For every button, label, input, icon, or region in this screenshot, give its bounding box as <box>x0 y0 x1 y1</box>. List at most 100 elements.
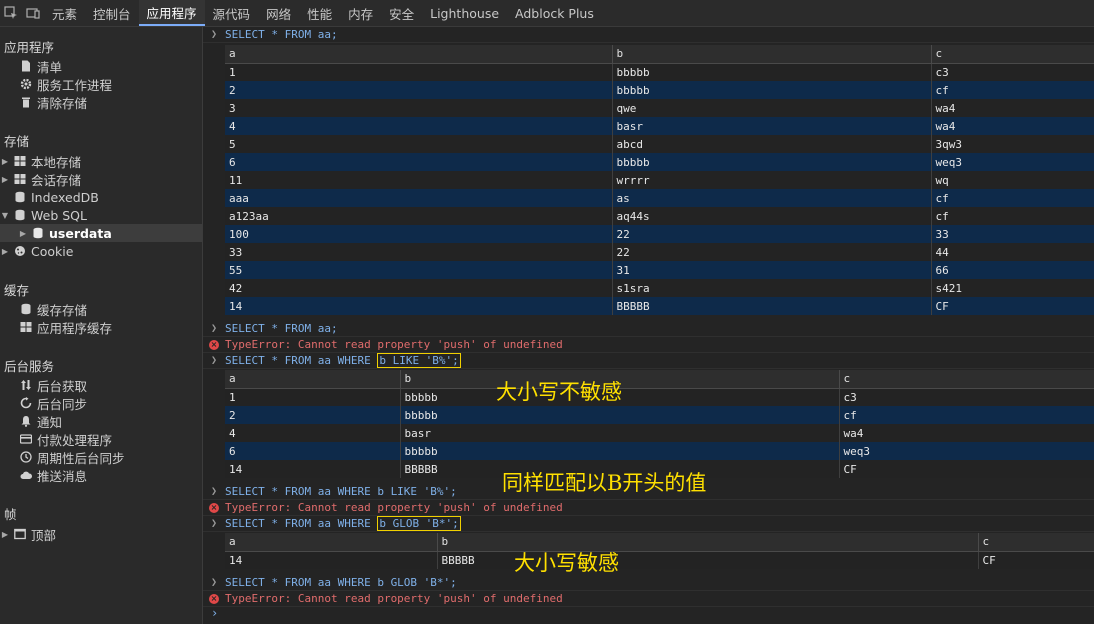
device-toolbar-icon[interactable] <box>22 0 44 26</box>
table-row[interactable]: 55 31 66 <box>225 261 1094 279</box>
column-header[interactable]: a <box>225 370 401 389</box>
sidebar-item-web-sql[interactable]: ▼ Web SQL <box>0 206 202 224</box>
sidebar-item-background-sync[interactable]: 后台同步 <box>0 394 202 412</box>
table-row[interactable]: 2 bbbbb cf <box>225 406 1094 424</box>
table-row[interactable]: 1 bbbbb c3 <box>225 388 1094 406</box>
tab-performance[interactable]: 性能 <box>299 0 340 26</box>
expand-arrow-icon[interactable]: ▶ <box>0 157 10 166</box>
table-cell: 1 <box>225 63 613 81</box>
expand-arrow-icon[interactable]: ▶ <box>0 175 10 184</box>
table-cell: cf <box>839 406 1094 424</box>
column-header[interactable]: a <box>225 45 613 64</box>
database-icon <box>18 301 34 317</box>
collapse-arrow-icon[interactable]: ▼ <box>0 211 10 220</box>
table-cell: 22 <box>612 243 932 261</box>
sidebar-item-session-storage[interactable]: ▶ 会话存储 <box>0 170 202 188</box>
sidebar-item-local-storage[interactable]: ▶ 本地存储 <box>0 152 202 170</box>
sidebar-item-service-workers[interactable]: 服务工作进程 <box>0 75 202 93</box>
table-cell: 3qw3 <box>931 135 1094 153</box>
column-header[interactable]: c <box>931 45 1094 64</box>
error-icon: × <box>209 593 219 604</box>
console-command-line: ❯ SELECT * FROM aa; <box>203 27 1094 43</box>
sidebar-item-push-messaging[interactable]: 推送消息 <box>0 466 202 484</box>
tab-memory[interactable]: 内存 <box>340 0 381 26</box>
table-cell: bbbbb <box>400 406 840 424</box>
sidebar-item-application-cache[interactable]: 应用程序缓存 <box>0 318 202 336</box>
table-row[interactable]: 14 BBBBB CF <box>225 551 1094 569</box>
table-cell: 44 <box>931 243 1094 261</box>
tab-application[interactable]: 应用程序 <box>138 0 205 26</box>
table-row[interactable]: 3 qwe wa4 <box>225 99 1094 117</box>
table-cell: 100 <box>225 225 613 243</box>
expand-arrow-icon[interactable]: ▶ <box>0 530 10 539</box>
column-header[interactable]: c <box>839 370 1094 389</box>
section-title-cache: 缓存 <box>4 283 30 298</box>
section-title-background-services: 后台服务 <box>4 359 55 374</box>
table-cell: 6 <box>225 153 613 171</box>
sidebar-item-periodic-background-sync[interactable]: 周期性后台同步 <box>0 448 202 466</box>
clock-icon <box>18 449 34 465</box>
gear-icon <box>18 76 34 92</box>
table-row[interactable]: a123aa aq44s cf <box>225 207 1094 225</box>
sidebar-item-payment-handler[interactable]: 付款处理程序 <box>0 430 202 448</box>
table-cell: CF <box>978 551 1094 569</box>
console-error-line: × TypeError: Cannot read property 'push'… <box>203 591 1094 607</box>
table-cell: 14 <box>225 297 613 315</box>
sidebar-item-background-fetch[interactable]: 后台获取 <box>0 376 202 394</box>
expand-arrow-icon[interactable]: ▶ <box>18 229 28 238</box>
table-cell: 14 <box>225 460 401 478</box>
tab-lighthouse[interactable]: Lighthouse <box>422 0 507 26</box>
inspect-element-icon[interactable] <box>0 0 22 26</box>
tab-security[interactable]: 安全 <box>381 0 422 26</box>
table-row[interactable]: 11 wrrrr wq <box>225 171 1094 189</box>
table-cell: bbbbb <box>612 153 932 171</box>
sidebar-item-indexeddb[interactable]: IndexedDB <box>0 188 202 206</box>
sidebar-item-cache-storage[interactable]: 缓存存储 <box>0 300 202 318</box>
table-row[interactable]: 100 22 33 <box>225 225 1094 243</box>
table-row[interactable]: 4 basr wa4 <box>225 117 1094 135</box>
tab-console[interactable]: 控制台 <box>85 0 139 26</box>
table-row[interactable]: aaa as cf <box>225 189 1094 207</box>
card-icon <box>18 431 34 447</box>
table-cell: CF <box>839 460 1094 478</box>
table-row[interactable]: 6 bbbbb weq3 <box>225 442 1094 460</box>
tab-elements[interactable]: 元素 <box>44 0 85 26</box>
tab-sources[interactable]: 源代码 <box>205 0 259 26</box>
table-cell: 14 <box>225 551 438 569</box>
sql-console[interactable]: ❯ SELECT * FROM aa; abc 1 bbbbb c3 2 bbbbb cf… <box>203 27 1094 624</box>
table-cell: weq3 <box>931 153 1094 171</box>
column-header[interactable]: c <box>978 533 1094 552</box>
table-row[interactable]: 4 basr wa4 <box>225 424 1094 442</box>
tab-adblock-plus[interactable]: Adblock Plus <box>507 0 602 26</box>
table-cell: 42 <box>225 279 613 297</box>
table-cell: 2 <box>225 81 613 99</box>
file-icon <box>18 58 34 74</box>
table-cell: bbbbb <box>400 442 840 460</box>
table-cell: wq <box>931 171 1094 189</box>
sidebar-item-manifest[interactable]: 清单 <box>0 57 202 75</box>
sidebar-item-notifications[interactable]: 通知 <box>0 412 202 430</box>
table-row[interactable]: 2 bbbbb cf <box>225 81 1094 99</box>
section-title-application: 应用程序 <box>4 40 55 55</box>
table-row[interactable]: 1 bbbbb c3 <box>225 63 1094 81</box>
console-input-prompt[interactable]: › <box>211 606 218 620</box>
expand-arrow-icon[interactable]: ▶ <box>0 247 10 256</box>
sidebar-item-clear-storage[interactable]: 清除存储 <box>0 93 202 111</box>
table-cell: 11 <box>225 171 613 189</box>
table-row[interactable]: 33 22 44 <box>225 243 1094 261</box>
tab-network[interactable]: 网络 <box>258 0 299 26</box>
sidebar-item-cookie[interactable]: ▶ Cookie <box>0 242 202 260</box>
table-row[interactable]: 42 s1sra s421 <box>225 279 1094 297</box>
column-header[interactable]: b <box>612 45 932 64</box>
table-cell: c3 <box>931 63 1094 81</box>
section-title-frames: 帧 <box>4 507 17 522</box>
table-row[interactable]: 5 abcd 3qw3 <box>225 135 1094 153</box>
database-icon <box>12 189 28 205</box>
sidebar-item-top-frame[interactable]: ▶ 顶部 <box>0 525 202 543</box>
column-header[interactable]: a <box>225 533 438 552</box>
table-row[interactable]: 6 bbbbb weq3 <box>225 153 1094 171</box>
table-row[interactable]: 14 BBBBB CF <box>225 297 1094 315</box>
sidebar-item-userdata[interactable]: ▶ userdata <box>0 224 202 242</box>
console-command-line: ❯ SELECT * FROM aa WHERE b GLOB 'B*'; <box>203 516 1094 532</box>
table-cell: 3 <box>225 99 613 117</box>
